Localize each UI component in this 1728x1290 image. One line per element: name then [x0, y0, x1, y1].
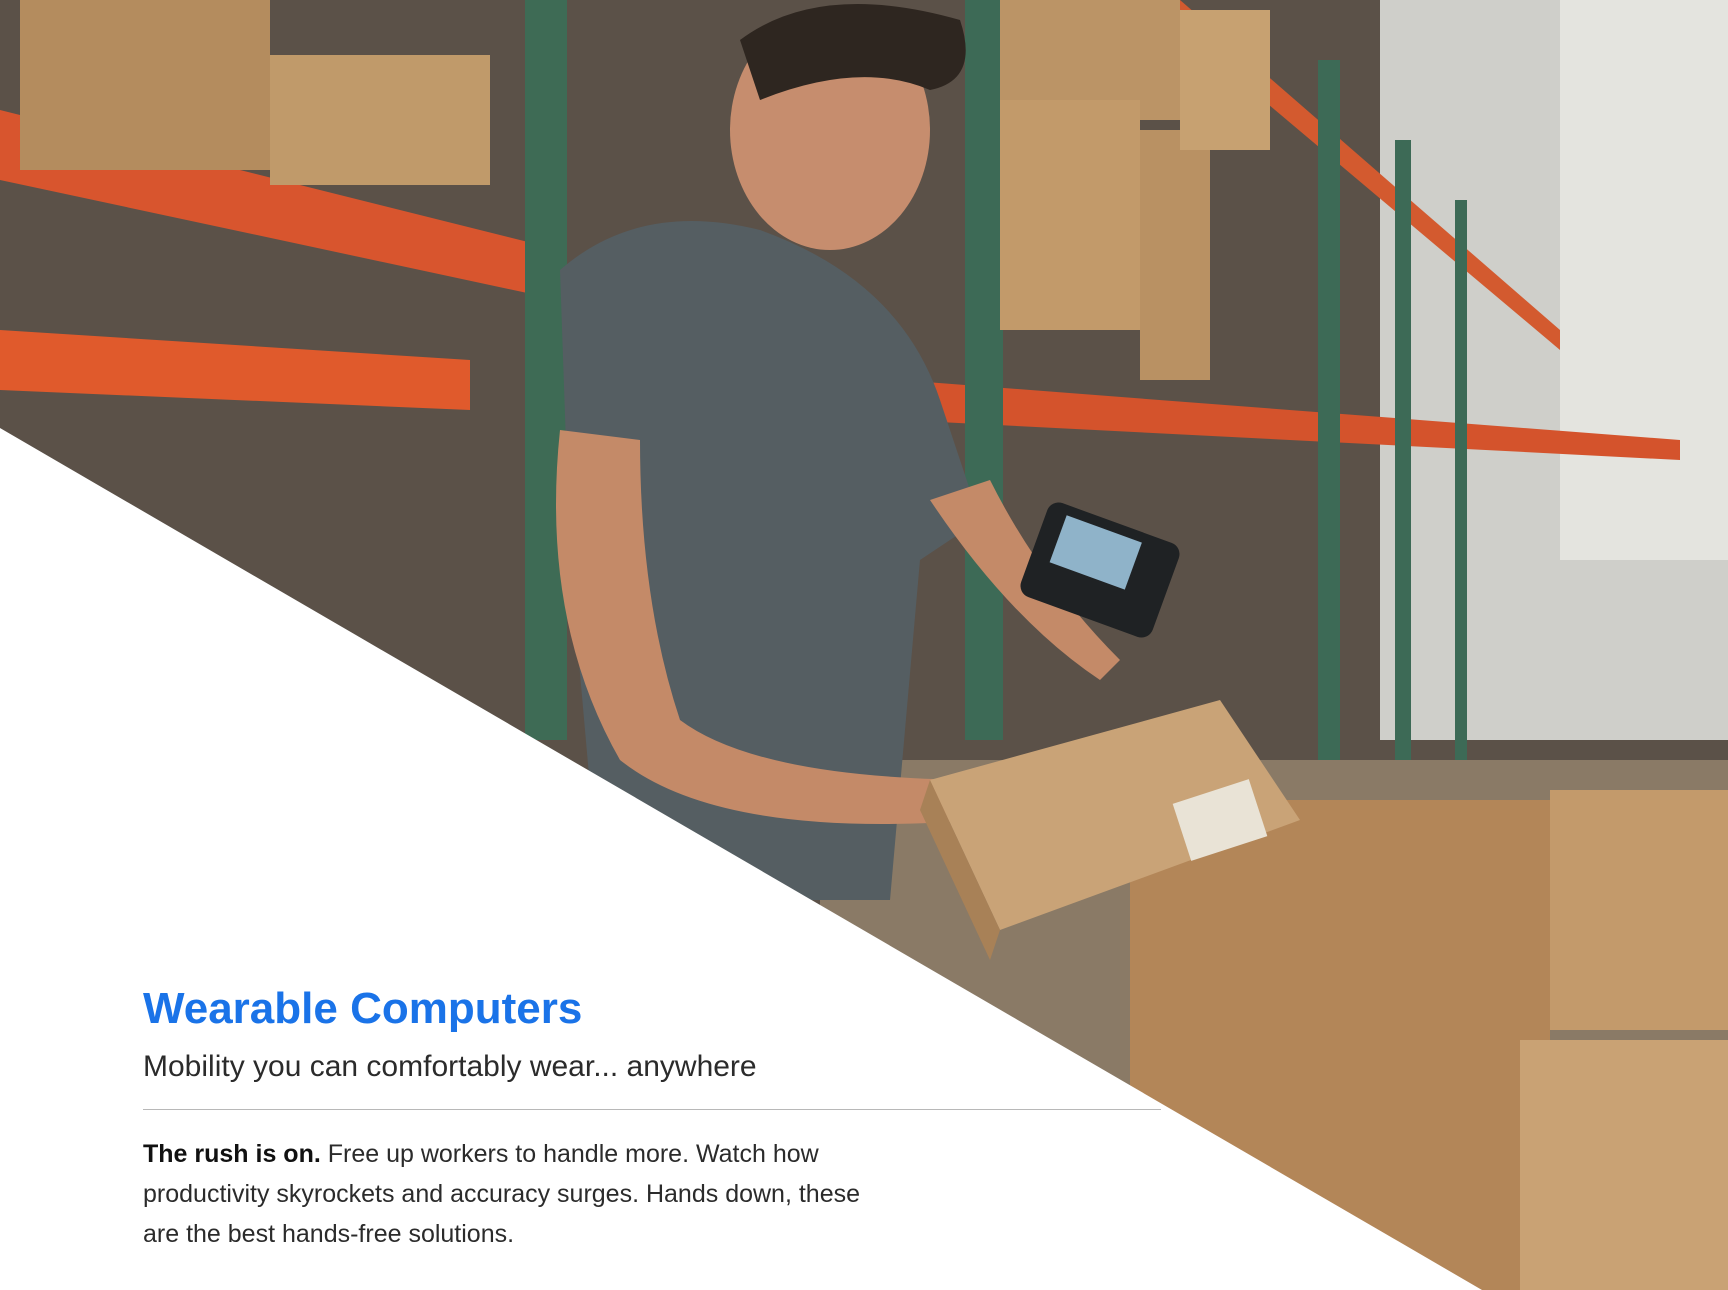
body-paragraph: The rush is on. Free up workers to handl… — [143, 1134, 883, 1254]
warehouse-worker-photo — [0, 0, 1728, 1290]
divider — [143, 1109, 1161, 1110]
photo-illustration — [0, 0, 1728, 1290]
brochure-page: Wearable Computers Mobility you can comf… — [0, 0, 1728, 1290]
page-title: Wearable Computers — [143, 984, 583, 1033]
body-lead: The rush is on. — [143, 1140, 321, 1168]
page-subtitle: Mobility you can comfortably wear... any… — [143, 1050, 757, 1083]
